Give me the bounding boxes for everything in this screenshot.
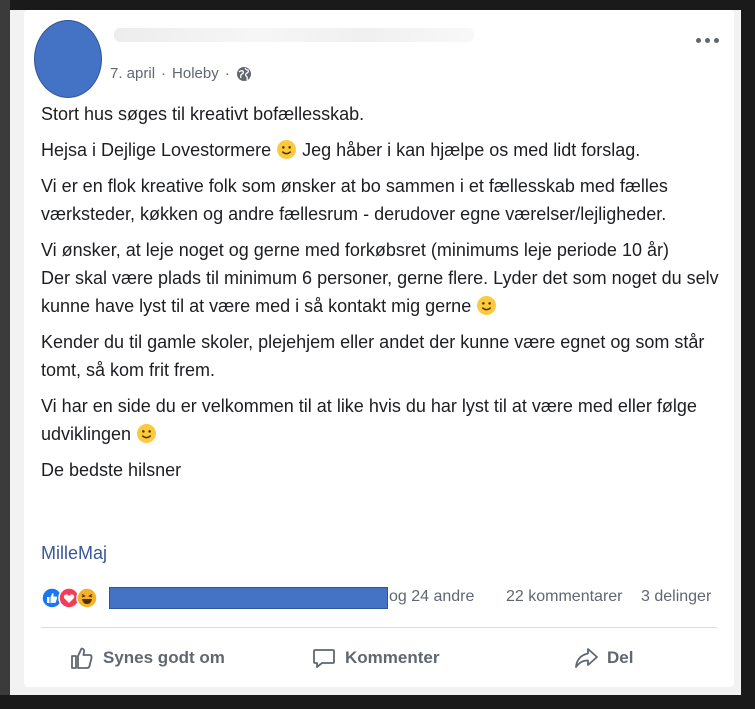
divider xyxy=(41,627,717,628)
thumbs-up-icon xyxy=(71,647,93,669)
post-date[interactable]: 7. april xyxy=(110,65,155,82)
post-body: Stort hus søges til kreativt bofællesska… xyxy=(41,100,721,492)
paragraph-text: Hejsa i Dejlige Lovestormere xyxy=(41,140,277,160)
post-paragraph: Hejsa i Dejlige Lovestormere Jeg håber i… xyxy=(41,136,721,164)
window-frame-top xyxy=(0,0,755,10)
post-paragraph: De bedste hilsner xyxy=(41,456,721,484)
post-card: 7. april · Holeby · Stort hus søges til … xyxy=(24,10,734,687)
paragraph-text-after: Jeg håber i kan hjælpe os med lidt forsl… xyxy=(297,140,641,160)
meta-separator: · xyxy=(224,65,230,82)
meta-separator: · xyxy=(161,65,167,82)
comment-icon xyxy=(313,649,335,668)
window-frame-bottom xyxy=(0,695,755,709)
redacted-names-bar xyxy=(109,587,388,609)
comment-button[interactable]: Kommenter xyxy=(311,638,439,678)
more-options-icon[interactable] xyxy=(696,34,722,46)
window-frame-left xyxy=(0,0,10,709)
post-header: 7. april · Holeby · xyxy=(24,10,734,100)
paragraph-text: Vi ønsker, at leje noget og gerne med fo… xyxy=(41,240,719,316)
paragraph-text: Stort hus søges til kreativt bofællesska… xyxy=(41,104,365,124)
post-paragraph: Stort hus søges til kreativt bofællesska… xyxy=(41,100,721,128)
paragraph-text: Kender du til gamle skoler, plejehjem el… xyxy=(41,332,710,380)
share-label: Del xyxy=(607,648,634,667)
reaction-icons[interactable] xyxy=(41,587,109,609)
shares-count[interactable]: 3 delinger xyxy=(641,588,711,606)
globe-icon[interactable] xyxy=(236,66,252,82)
smile-emoji-icon xyxy=(477,296,497,315)
post-paragraph: Vi ønsker, at leje noget og gerne med fo… xyxy=(41,236,721,320)
share-button[interactable]: Del xyxy=(573,638,633,678)
author-link[interactable]: MilleMaj xyxy=(41,543,107,564)
post-location[interactable]: Holeby xyxy=(172,65,219,82)
smile-emoji-icon xyxy=(277,140,297,159)
like-button[interactable]: Synes godt om xyxy=(69,638,225,678)
like-label: Synes godt om xyxy=(103,648,225,667)
post-paragraph: Vi er en flok kreative folk som ønsker a… xyxy=(41,172,721,228)
smile-emoji-icon xyxy=(137,424,157,443)
comments-count[interactable]: 22 kommentarer xyxy=(506,588,623,606)
post-meta: 7. april · Holeby · xyxy=(110,65,252,82)
post-paragraph: Kender du til gamle skoler, plejehjem el… xyxy=(41,328,721,384)
avatar[interactable] xyxy=(34,20,102,98)
paragraph-text: De bedste hilsner xyxy=(41,460,182,480)
paragraph-text: Vi er en flok kreative folk som ønsker a… xyxy=(41,176,673,224)
reactions-summary: og 24 andre 22 kommentarer 3 delinger xyxy=(41,585,731,611)
action-bar: Synes godt om Kommenter Del xyxy=(41,638,717,678)
post-paragraph: Vi har en side du er velkommen til at li… xyxy=(41,392,721,448)
comment-label: Kommenter xyxy=(345,648,440,667)
blurred-author-name xyxy=(114,28,474,42)
reaction-others-count[interactable]: og 24 andre xyxy=(389,588,474,606)
share-icon xyxy=(575,648,598,668)
window-frame-right xyxy=(741,0,755,709)
haha-icon xyxy=(76,587,98,609)
